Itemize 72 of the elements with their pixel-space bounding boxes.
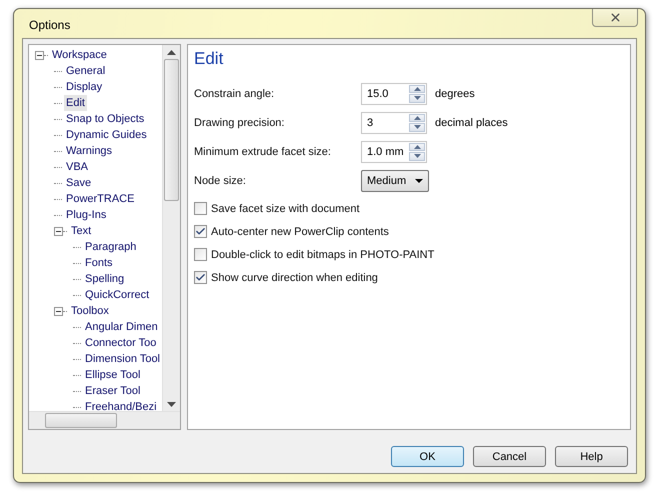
up-arrow-icon — [414, 86, 420, 91]
dialog-button[interactable]: OK — [391, 446, 464, 467]
dialog-button[interactable]: Cancel — [473, 446, 546, 467]
tree-item[interactable]: Ellipse Tool — [83, 367, 142, 383]
tree-item[interactable]: Plug-Ins — [64, 207, 108, 223]
tree-item[interactable]: Eraser Tool — [83, 383, 142, 399]
window-title: Options — [28, 16, 70, 32]
tree-item[interactable]: Connector Too — [83, 335, 158, 351]
collapse-icon[interactable] — [35, 50, 44, 60]
close-icon — [608, 11, 622, 24]
collapse-icon[interactable] — [54, 226, 63, 236]
down-arrow-icon — [414, 125, 420, 130]
field-label: Constrain angle: — [194, 88, 276, 100]
checkbox[interactable] — [194, 271, 207, 284]
down-arrow-icon — [414, 154, 420, 158]
check-icon — [195, 272, 206, 283]
tree-item[interactable]: Paragraph — [83, 239, 138, 255]
tree-item[interactable]: Warnings — [64, 143, 114, 159]
tree-item[interactable]: Save — [64, 175, 94, 191]
check-icon — [195, 226, 206, 237]
spin-up-button[interactable] — [409, 142, 425, 151]
close-button[interactable] — [592, 9, 638, 27]
horizontal-scrollbar[interactable] — [29, 411, 180, 429]
dialog-button[interactable]: Help — [555, 446, 628, 467]
tree-item[interactable]: Display — [64, 79, 104, 95]
checkbox-label: Save facet size with document — [211, 202, 360, 214]
down-arrow-icon — [414, 96, 420, 100]
unit-label: degrees — [435, 88, 475, 100]
up-arrow-icon — [414, 116, 420, 120]
field-label: Minimum extrude facet size: — [194, 146, 332, 158]
tree-item[interactable]: General — [64, 63, 108, 79]
checkbox-label: Show curve direction when editing — [211, 272, 378, 284]
scroll-up-icon[interactable] — [167, 50, 176, 54]
tree-item[interactable]: Workspace — [50, 47, 109, 63]
up-arrow-icon — [414, 144, 420, 149]
spinner-field[interactable]: 1.0 mm — [361, 140, 427, 162]
spin-down-button[interactable] — [409, 94, 425, 102]
spin-up-button[interactable] — [409, 84, 425, 93]
checkbox[interactable] — [194, 225, 207, 238]
tree-item[interactable]: Freehand/Bezi — [83, 399, 159, 411]
tree-item[interactable]: VBA — [64, 159, 90, 175]
scroll-down-icon[interactable] — [167, 402, 176, 406]
caret-icon — [415, 178, 423, 182]
field-label: Node size: — [194, 174, 247, 186]
tree-item[interactable]: QuickCorrect — [83, 287, 152, 303]
checkbox-label: Double-click to edit bitmaps in PHOTO-PAINT — [211, 248, 434, 260]
tree-item[interactable]: Fonts — [83, 255, 115, 271]
tree-item[interactable]: PowerTRACE — [64, 191, 136, 207]
unit-label: decimal places — [435, 116, 508, 128]
tree-item[interactable]: Angular Dimen — [83, 319, 160, 335]
tree-item[interactable]: Text — [69, 223, 94, 239]
node-size-dropdown[interactable]: Medium — [361, 170, 429, 192]
spinner-field[interactable]: 3 — [361, 112, 427, 134]
spin-down-button[interactable] — [409, 152, 425, 160]
panel-heading: Edit — [194, 49, 224, 69]
checkbox[interactable] — [194, 248, 207, 261]
collapse-icon[interactable] — [54, 306, 63, 316]
scroll-thumb[interactable] — [164, 59, 179, 201]
checkbox-label: Auto-center new PowerClip contents — [211, 226, 389, 238]
tree-item[interactable]: Spelling — [83, 271, 126, 287]
spin-down-button[interactable] — [409, 123, 425, 132]
spin-up-button[interactable] — [409, 114, 425, 122]
field-label: Drawing precision: — [194, 116, 286, 128]
tree-item[interactable]: Edit — [64, 95, 87, 111]
tree-item[interactable]: Dynamic Guides — [64, 127, 149, 143]
tree-item[interactable]: Dimension Tool — [83, 351, 162, 367]
checkbox[interactable] — [194, 202, 207, 215]
tree-item[interactable]: Toolbox — [69, 303, 111, 319]
vertical-scrollbar[interactable] — [162, 45, 180, 411]
tree-item[interactable]: Snap to Objects — [64, 111, 146, 127]
spinner-field[interactable]: 15.0 — [361, 82, 427, 104]
scroll-thumb[interactable] — [45, 413, 117, 428]
